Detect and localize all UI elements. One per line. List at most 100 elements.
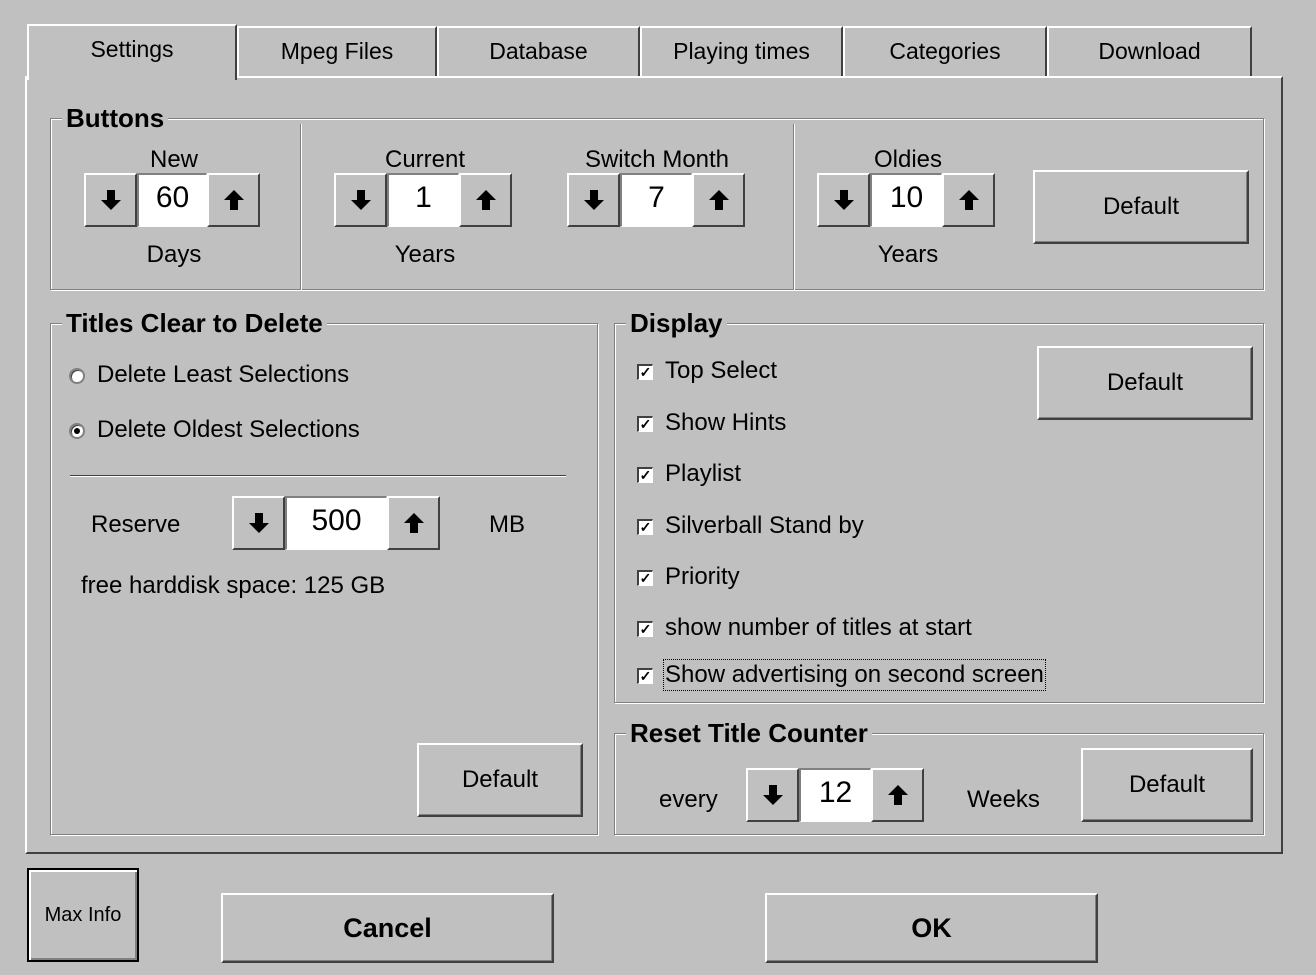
decrement-button[interactable] <box>567 173 620 227</box>
arrow-up-icon <box>958 190 979 210</box>
current-years-value[interactable]: 1 <box>387 173 459 227</box>
top-select-label[interactable]: Top Select <box>665 357 777 385</box>
arrow-up-icon <box>887 785 908 805</box>
show-hints-checkbox[interactable]: ✓ <box>637 416 653 432</box>
increment-button[interactable] <box>871 768 924 822</box>
playlist-label[interactable]: Playlist <box>665 460 741 488</box>
arrow-down-icon <box>833 190 854 210</box>
current-years-spinner: 1 <box>334 173 514 227</box>
decrement-button[interactable] <box>84 173 137 227</box>
increment-button[interactable] <box>459 173 512 227</box>
arrow-up-icon <box>223 190 244 210</box>
reserve-label: Reserve <box>91 511 181 538</box>
buttons-group-title: Buttons <box>62 103 169 133</box>
arrow-down-icon <box>248 513 269 533</box>
show-advertising-label[interactable]: Show advertising on second screen <box>663 659 1046 691</box>
priority-label[interactable]: Priority <box>665 563 740 591</box>
priority-checkbox[interactable]: ✓ <box>637 570 653 586</box>
settings-panel: Buttons New 60 Days Current 1 Years Swit… <box>25 76 1283 854</box>
show-number-of-titles-label[interactable]: show number of titles at start <box>665 614 972 642</box>
new-days-value[interactable]: 60 <box>137 173 207 227</box>
increment-button[interactable] <box>387 496 440 550</box>
delete-oldest-label[interactable]: Delete Oldest Selections <box>97 416 360 444</box>
ok-button[interactable]: OK <box>765 893 1098 963</box>
tab-label: Download <box>1098 38 1201 64</box>
new-days-spinner: 60 <box>84 173 266 227</box>
show-hints-label[interactable]: Show Hints <box>665 409 786 437</box>
weeks-unit: Weeks <box>967 786 1040 813</box>
show-advertising-checkbox[interactable]: ✓ <box>637 668 653 684</box>
every-label: every <box>659 786 718 813</box>
divider <box>300 124 302 290</box>
button-label: Default <box>1102 193 1180 220</box>
decrement-button[interactable] <box>232 496 285 550</box>
divider <box>793 124 795 290</box>
decrement-button[interactable] <box>746 768 799 822</box>
arrow-down-icon <box>100 190 121 210</box>
top-select-checkbox[interactable]: ✓ <box>637 364 653 380</box>
switch-month-value[interactable]: 7 <box>620 173 692 227</box>
max-info-button[interactable]: Max Info <box>27 868 139 962</box>
silverball-standby-checkbox[interactable]: ✓ <box>637 519 653 535</box>
increment-button[interactable] <box>942 173 995 227</box>
current-label: Current <box>384 146 466 173</box>
increment-button[interactable] <box>692 173 745 227</box>
delete-oldest-radio[interactable] <box>69 423 85 439</box>
arrow-down-icon <box>350 190 371 210</box>
reserve-mb-value[interactable]: 500 <box>285 496 387 550</box>
tab-label: Mpeg Files <box>280 38 394 64</box>
buttons-default-button[interactable]: Default <box>1033 170 1249 244</box>
oldies-years-value[interactable]: 10 <box>870 173 942 227</box>
button-label: OK <box>911 912 952 943</box>
button-label: Default <box>1128 771 1206 798</box>
playlist-checkbox[interactable]: ✓ <box>637 467 653 483</box>
tab-playing-times[interactable]: Playing times <box>640 26 843 78</box>
switch-month-label: Switch Month <box>584 146 730 173</box>
arrow-up-icon <box>403 513 424 533</box>
display-default-button[interactable]: Default <box>1037 346 1253 420</box>
tab-categories[interactable]: Categories <box>843 26 1047 78</box>
reset-counter-title: Reset Title Counter <box>626 718 872 748</box>
tab-settings[interactable]: Settings <box>27 24 237 80</box>
radio-selected-dot <box>74 428 80 434</box>
switch-month-spinner: 7 <box>567 173 747 227</box>
tab-label: Database <box>489 38 588 64</box>
delete-least-label[interactable]: Delete Least Selections <box>97 361 349 389</box>
increment-button[interactable] <box>207 173 260 227</box>
oldies-years-spinner: 10 <box>817 173 997 227</box>
reset-weeks-spinner: 12 <box>746 768 926 822</box>
titles-clear-title: Titles Clear to Delete <box>62 308 327 338</box>
silverball-standby-label[interactable]: Silverball Stand by <box>665 512 864 540</box>
cancel-button[interactable]: Cancel <box>221 893 554 963</box>
arrow-up-icon <box>708 190 729 210</box>
arrow-down-icon <box>762 785 783 805</box>
decrement-button[interactable] <box>334 173 387 227</box>
tab-label: Playing times <box>673 38 810 64</box>
current-unit: Years <box>394 241 456 268</box>
button-label: Cancel <box>343 912 432 943</box>
arrow-up-icon <box>475 190 496 210</box>
button-label: Default <box>1106 369 1184 396</box>
show-number-of-titles-checkbox[interactable]: ✓ <box>637 621 653 637</box>
divider <box>70 475 566 477</box>
new-label: New <box>149 146 198 173</box>
tab-mpeg-files[interactable]: Mpeg Files <box>237 26 437 78</box>
new-unit: Days <box>146 241 202 268</box>
button-label: Max Info <box>44 903 122 926</box>
free-space-text: free harddisk space: 125 GB <box>81 572 386 599</box>
reset-weeks-value[interactable]: 12 <box>799 768 871 822</box>
tab-download[interactable]: Download <box>1047 26 1252 78</box>
oldies-label: Oldies <box>873 146 943 173</box>
tab-label: Settings <box>90 36 174 62</box>
decrement-button[interactable] <box>817 173 870 227</box>
reserve-mb-spinner: 500 <box>232 496 442 550</box>
button-label: Default <box>461 766 539 793</box>
arrow-down-icon <box>583 190 604 210</box>
tab-label: Categories <box>889 38 1001 64</box>
tab-database[interactable]: Database <box>437 26 640 78</box>
delete-least-radio[interactable] <box>69 368 85 384</box>
reset-counter-default-button[interactable]: Default <box>1081 748 1253 822</box>
oldies-unit: Years <box>877 241 939 268</box>
titles-clear-default-button[interactable]: Default <box>417 743 583 817</box>
display-title: Display <box>626 308 727 338</box>
